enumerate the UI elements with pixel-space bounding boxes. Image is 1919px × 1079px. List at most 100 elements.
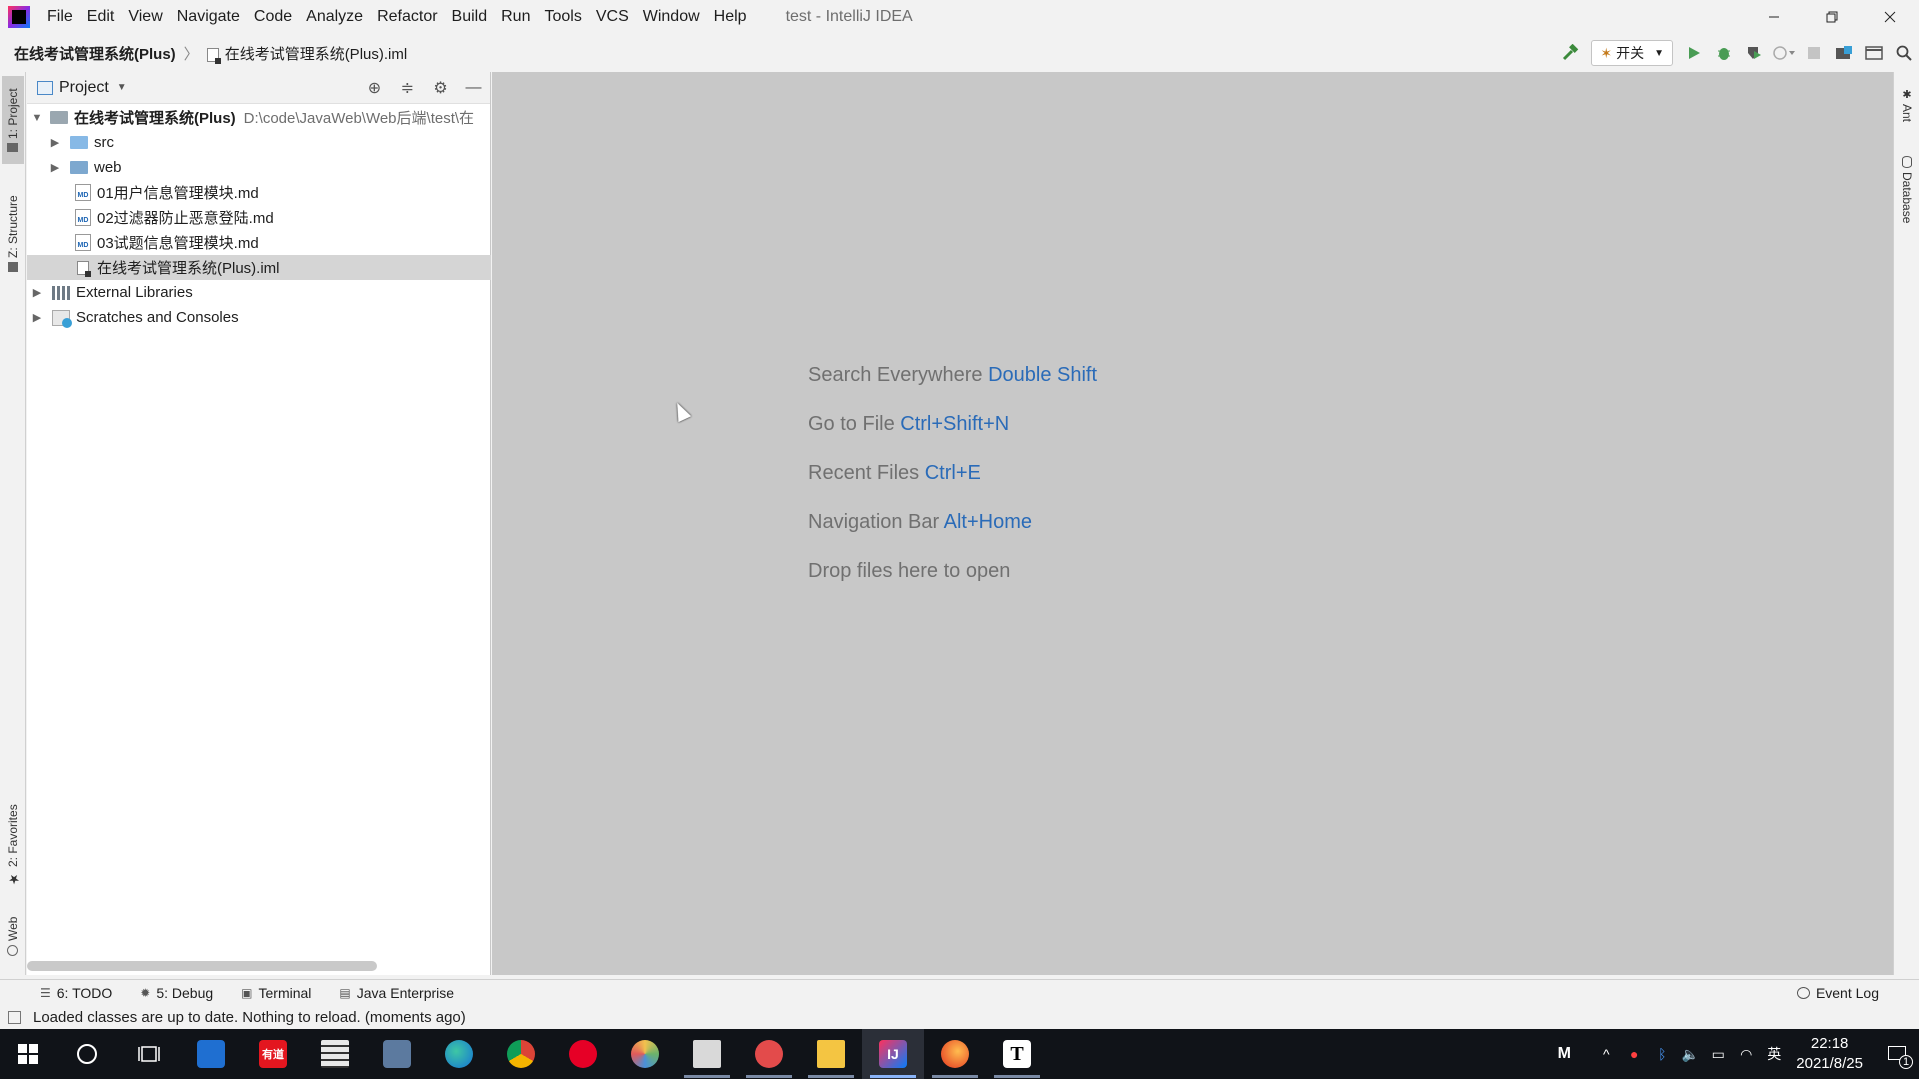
chevron-down-icon[interactable]: ▼ <box>117 82 127 93</box>
battery-icon[interactable]: ▭ <box>1704 1046 1732 1063</box>
start-button[interactable] <box>0 1029 56 1079</box>
tab-project[interactable]: 1: Project <box>2 76 24 164</box>
collapsed-arrow-icon[interactable]: ▶ <box>30 311 44 324</box>
restore-button[interactable] <box>1803 0 1861 33</box>
netease-tray-icon[interactable]: ● <box>1620 1046 1648 1062</box>
cortana-button[interactable] <box>56 1029 118 1079</box>
status-message[interactable]: Loaded classes are up to date. Nothing t… <box>33 1009 466 1026</box>
taskbar-app-typora[interactable]: T <box>986 1029 1048 1079</box>
tab-favorites[interactable]: ★ 2: Favorites <box>2 796 24 894</box>
build-button[interactable] <box>1555 39 1585 67</box>
menu-tools[interactable]: Tools <box>537 0 588 33</box>
tree-item-md-02[interactable]: MD 02过滤器防止恶意登陆.md <box>27 205 491 230</box>
taskbar-app-outlook[interactable] <box>180 1029 242 1079</box>
markdown-file-icon: MD <box>75 234 91 251</box>
tab-todo[interactable]: ☰ 6: TODO <box>40 985 112 1001</box>
collapsed-arrow-icon[interactable]: ▶ <box>48 161 62 174</box>
run-button[interactable] <box>1679 39 1709 67</box>
collapse-all-icon[interactable]: ≑ <box>391 78 424 98</box>
tab-terminal[interactable]: ▣ Terminal <box>241 985 311 1001</box>
editor-empty-area[interactable]: Search Everywhere Double Shift Go to Fil… <box>492 72 1893 975</box>
tab-debug-label: 5: Debug <box>156 984 214 1001</box>
menu-help[interactable]: Help <box>707 0 754 33</box>
collapsed-arrow-icon[interactable]: ▶ <box>30 286 44 299</box>
menu-file[interactable]: File <box>40 0 80 33</box>
menu-run[interactable]: Run <box>494 0 537 33</box>
tree-item-src[interactable]: ▶ src <box>27 130 491 155</box>
taskbar-app-remote[interactable] <box>366 1029 428 1079</box>
volume-icon[interactable]: 🔈 <box>1676 1046 1704 1063</box>
taskbar-app-calculator[interactable] <box>304 1029 366 1079</box>
breadcrumb-file[interactable]: 在线考试管理系统(Plus).iml <box>206 43 407 64</box>
bug-icon <box>1718 48 1730 60</box>
system-clock[interactable]: 22:18 2021/8/25 <box>1796 1034 1863 1074</box>
taskbar-app-edge[interactable] <box>428 1029 490 1079</box>
close-button[interactable] <box>1861 0 1919 33</box>
tree-item-web[interactable]: ▶ web <box>27 155 491 180</box>
tree-item-iml[interactable]: 在线考试管理系统(Plus).iml <box>27 255 491 280</box>
locate-file-icon[interactable]: ⊕ <box>358 78 391 98</box>
show-hidden-icons-chevron-icon[interactable]: ^ <box>1592 1046 1620 1062</box>
search-everywhere-button[interactable] <box>1889 39 1919 67</box>
tab-ant[interactable]: ✱ Ant <box>1896 80 1918 130</box>
debug-button[interactable] <box>1709 39 1739 67</box>
taskbar-app-screenshot[interactable] <box>676 1029 738 1079</box>
action-center-button[interactable]: 1 <box>1875 1045 1919 1069</box>
minimize-button[interactable] <box>1745 0 1803 33</box>
taskbar-app-intellij[interactable]: IJ <box>862 1029 924 1079</box>
tab-web[interactable]: Web <box>2 908 24 964</box>
menu-refactor[interactable]: Refactor <box>370 0 444 33</box>
tree-item-external-libraries[interactable]: ▶ External Libraries <box>27 280 491 305</box>
stop-button[interactable] <box>1799 39 1829 67</box>
toggle-window-button[interactable] <box>1859 39 1889 67</box>
input-method-indicator[interactable]: 英 <box>1760 1044 1788 1064</box>
edge-browser-icon <box>445 1040 473 1068</box>
menu-edit[interactable]: Edit <box>80 0 122 33</box>
collapsed-arrow-icon[interactable]: ▶ <box>48 136 62 149</box>
tab-database[interactable]: Database <box>1896 148 1918 232</box>
project-stripe-icon <box>7 142 19 152</box>
wifi-icon[interactable]: ◠ <box>1732 1046 1760 1063</box>
menu-navigate[interactable]: Navigate <box>170 0 247 33</box>
taskbar-app-netease-music[interactable] <box>552 1029 614 1079</box>
taskbar-app-explorer[interactable] <box>800 1029 862 1079</box>
right-tool-stripe: ✱ Ant Database <box>1893 72 1919 975</box>
profiler-icon <box>1773 46 1795 60</box>
taskbar-app-paint[interactable] <box>614 1029 676 1079</box>
tab-web-label: Web <box>6 916 20 941</box>
profile-button[interactable] <box>1769 39 1799 67</box>
run-configuration-select[interactable]: ✶ 开关 ▼ <box>1591 40 1673 66</box>
expanded-arrow-icon[interactable]: ▼ <box>30 112 44 124</box>
horizontal-scrollbar[interactable] <box>27 961 377 971</box>
window-title: test - IntelliJ IDEA <box>785 7 913 25</box>
tray-app-m-icon[interactable]: M <box>1550 1045 1578 1063</box>
menu-vcs[interactable]: VCS <box>589 0 636 33</box>
task-view-button[interactable] <box>118 1029 180 1079</box>
menu-build[interactable]: Build <box>445 0 495 33</box>
menu-window[interactable]: Window <box>636 0 707 33</box>
status-toggle-icon[interactable] <box>8 1010 21 1024</box>
project-structure-button[interactable] <box>1829 39 1859 67</box>
menu-analyze[interactable]: Analyze <box>299 0 370 33</box>
tree-item-scratches[interactable]: ▶ Scratches and Consoles <box>27 305 491 330</box>
gear-icon[interactable]: ⚙ <box>424 78 457 98</box>
taskbar-app-feishu[interactable] <box>738 1029 800 1079</box>
tab-structure[interactable]: Z: Structure <box>2 184 24 284</box>
menu-view[interactable]: View <box>121 0 169 33</box>
bluetooth-icon[interactable]: ᛒ <box>1648 1046 1676 1062</box>
tab-debug[interactable]: ✹ 5: Debug <box>140 985 213 1001</box>
hide-panel-icon[interactable]: — <box>457 79 490 97</box>
project-view-selector[interactable]: Project <box>59 79 109 97</box>
taskbar-app-firefox[interactable] <box>924 1029 986 1079</box>
taskbar-app-chrome[interactable] <box>490 1029 552 1079</box>
breadcrumb-project[interactable]: 在线考试管理系统(Plus) <box>14 43 176 64</box>
tree-item-md-03[interactable]: MD 03试题信息管理模块.md <box>27 230 491 255</box>
tree-item-project-root[interactable]: ▼ 在线考试管理系统(Plus) D:\code\JavaWeb\Web后端\t… <box>27 105 491 130</box>
menu-code[interactable]: Code <box>247 0 299 33</box>
taskbar-app-youdao[interactable]: 有道 <box>242 1029 304 1079</box>
coverage-button[interactable] <box>1739 39 1769 67</box>
tab-event-log[interactable]: Event Log <box>1796 980 1879 1006</box>
tab-java-enterprise[interactable]: ▤ Java Enterprise <box>339 985 454 1001</box>
tab-terminal-label: Terminal <box>258 984 312 1001</box>
tree-item-md-01[interactable]: MD 01用户信息管理模块.md <box>27 180 491 205</box>
